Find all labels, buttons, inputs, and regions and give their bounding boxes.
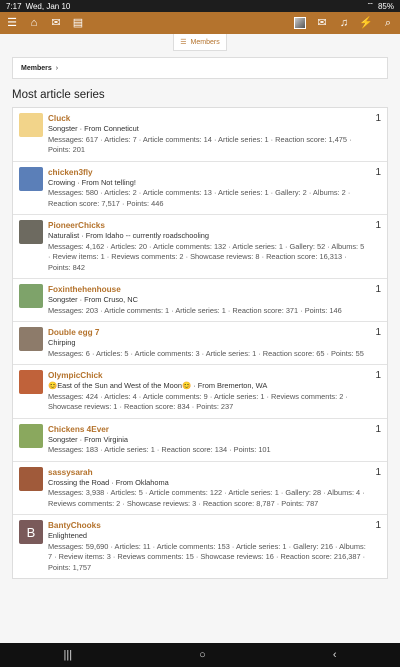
list-item[interactable]: B BantyChooks Enlightened Messages: 59,6…	[13, 515, 387, 578]
series-count: 1	[375, 113, 381, 124]
list-item[interactable]: chicken3fly Crowing · From Not telling! …	[13, 162, 387, 215]
username-link[interactable]: OlympicChick	[48, 370, 367, 381]
list-item[interactable]: Double egg 7 Chirping Messages: 6 · Arti…	[13, 322, 387, 365]
user-stats: Messages: 4,162 · Articles: 20 · Article…	[48, 241, 365, 272]
list-item[interactable]: sassysarah Crossing the Road · From Okla…	[13, 462, 387, 515]
series-count: 1	[375, 284, 381, 295]
username-link[interactable]: Foxinthehenhouse	[48, 284, 367, 295]
user-stats: Messages: 3,938 · Articles: 5 · Article …	[48, 488, 365, 508]
page-content: ☰ Members Members › Most article series …	[0, 34, 400, 643]
status-bar: 7:17 Wed, Jan 10 ⌔ 85%	[0, 0, 400, 12]
user-title: Songster · From Cruso, NC	[48, 295, 138, 304]
user-stats: Messages: 59,690 · Articles: 11 · Articl…	[48, 541, 366, 572]
search-icon[interactable]: ⌕	[382, 17, 394, 29]
menu-icon[interactable]: ☰	[6, 17, 18, 29]
home-button[interactable]: ○	[199, 649, 206, 661]
avatar[interactable]	[19, 327, 43, 351]
user-title: Crossing the Road · From Oklahoma	[48, 477, 169, 487]
user-title: Songster · From Virginia	[48, 434, 128, 444]
user-stats: Messages: 424 · Articles: 4 · Article co…	[48, 391, 348, 412]
series-count: 1	[375, 370, 381, 381]
avatar[interactable]: B	[19, 520, 43, 544]
avatar[interactable]	[19, 113, 43, 137]
chevron-right-icon: ›	[55, 64, 59, 72]
user-title: Crowing · From Not telling!	[48, 177, 136, 187]
user-title: 😊East of the Sun and West of the Moon😊 ·…	[48, 381, 268, 390]
list-item[interactable]: Cluck Songster · From Conneticut Message…	[13, 108, 387, 162]
mail-icon[interactable]: ✉	[316, 17, 328, 29]
username-link[interactable]: PioneerChicks	[48, 220, 367, 231]
breadcrumb[interactable]: Members ›	[12, 57, 388, 79]
series-count: 1	[375, 327, 381, 338]
document-icon[interactable]: ▤	[72, 17, 84, 29]
members-tab-label: Members	[190, 38, 220, 46]
list-item[interactable]: Chickens 4Ever Songster · From Virginia …	[13, 419, 387, 462]
recents-button[interactable]: |||	[64, 649, 73, 661]
user-title: Enlightened	[48, 531, 88, 540]
member-list: Cluck Songster · From Conneticut Message…	[12, 107, 388, 579]
user-stats: Messages: 203 · Article comments: 1 · Ar…	[48, 305, 342, 315]
bell-icon[interactable]: ♫	[338, 17, 350, 29]
avatar[interactable]	[19, 284, 43, 308]
username-link[interactable]: sassysarah	[48, 467, 367, 478]
back-button[interactable]: ‹	[333, 649, 337, 661]
bolt-icon[interactable]: ⚡	[359, 17, 373, 29]
avatar[interactable]	[19, 423, 43, 448]
wifi-icon: ⌔	[366, 1, 374, 10]
user-title: Songster · From Conneticut	[48, 124, 139, 133]
system-nav-bar: ||| ○ ‹	[0, 643, 400, 667]
username-link[interactable]: BantyChooks	[48, 520, 367, 531]
list-item[interactable]: Foxinthehenhouse Songster · From Cruso, …	[13, 279, 387, 322]
breadcrumb-label: Members	[21, 64, 52, 72]
avatar[interactable]	[19, 370, 43, 394]
series-count: 1	[375, 466, 381, 478]
members-tab[interactable]: ☰ Members	[173, 34, 227, 51]
series-count: 1	[375, 220, 381, 231]
username-link[interactable]: Cluck	[48, 113, 367, 124]
menu-icon: ☰	[180, 39, 187, 46]
home-icon[interactable]: ⌂	[28, 17, 40, 29]
username-link[interactable]: Chickens 4Ever	[48, 424, 367, 435]
list-item[interactable]: PioneerChicks Naturalist · From Idaho --…	[13, 215, 387, 279]
avatar[interactable]	[19, 166, 43, 191]
status-time: 7:17	[6, 1, 22, 11]
user-stats: Messages: 183 · Article series: 1 · Reac…	[48, 445, 271, 454]
battery-level: 85%	[377, 1, 394, 11]
app-bar: ☰ ⌂ ✉ ▤ ✉ ♫ ⚡ ⌕	[0, 12, 400, 34]
avatar[interactable]	[294, 17, 306, 29]
user-stats: Messages: 6 · Articles: 5 · Article comm…	[48, 348, 364, 358]
username-link[interactable]: chicken3fly	[48, 167, 367, 178]
user-stats: Messages: 617 · Articles: 7 · Article co…	[48, 134, 352, 155]
page-title: Most article series	[12, 89, 105, 101]
avatar[interactable]	[19, 466, 43, 491]
username-link[interactable]: Double egg 7	[48, 327, 367, 338]
user-stats: Messages: 580 · Articles: 2 · Article co…	[48, 188, 351, 208]
chat-icon[interactable]: ✉	[50, 17, 62, 29]
user-title: Naturalist · From Idaho -- currently roa…	[48, 231, 210, 240]
list-item[interactable]: OlympicChick 😊East of the Sun and West o…	[13, 365, 387, 419]
status-date: Wed, Jan 10	[25, 1, 71, 11]
user-title: Chirping	[48, 338, 76, 347]
series-count: 1	[375, 520, 381, 531]
series-count: 1	[375, 423, 381, 435]
avatar[interactable]	[19, 220, 43, 244]
series-count: 1	[375, 166, 381, 178]
avatar-initial: B	[26, 524, 36, 540]
